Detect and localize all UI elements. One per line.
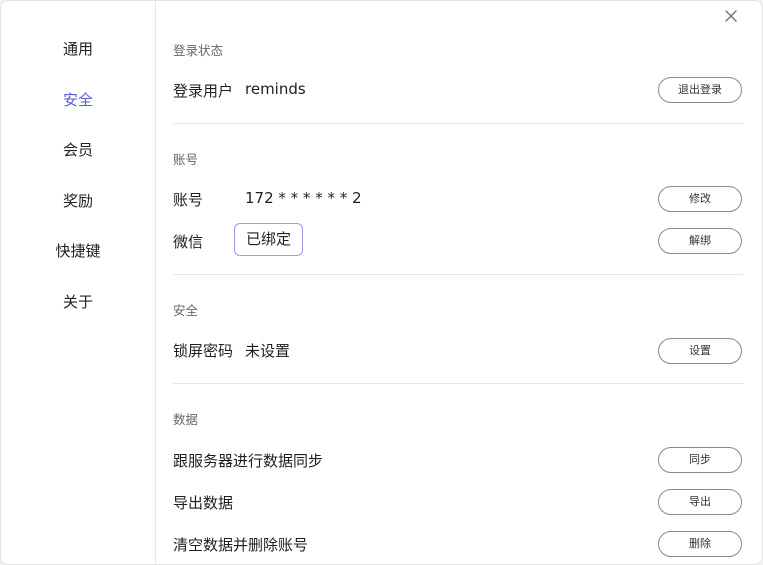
unbind-wechat-button[interactable]: 解绑 xyxy=(658,228,742,254)
wechat-bound-status[interactable]: 已绑定 xyxy=(234,223,304,256)
sidebar-item-general[interactable]: 通用 xyxy=(1,34,155,64)
lock-password-value: 未设置 xyxy=(245,342,291,360)
login-user-value: reminds xyxy=(245,80,306,98)
section-title-account: 账号 xyxy=(173,152,199,167)
settings-content: 登录状态 登录用户 reminds 退出登录 账号 账号 172 * * * *… xyxy=(173,1,743,564)
sidebar-item-rewards[interactable]: 奖励 xyxy=(1,186,155,216)
divider xyxy=(173,274,743,275)
section-title-login: 登录状态 xyxy=(173,43,224,58)
sidebar-item-about[interactable]: 关于 xyxy=(1,287,155,317)
account-label: 账号 xyxy=(173,191,204,209)
sync-button[interactable]: 同步 xyxy=(658,447,742,473)
settings-window: 通用 安全 会员 奖励 快捷键 关于 登录状态 登录用户 reminds 退出登… xyxy=(0,0,763,565)
set-lock-password-button[interactable]: 设置 xyxy=(658,338,742,364)
divider xyxy=(173,123,743,124)
sync-label: 跟服务器进行数据同步 xyxy=(173,452,324,470)
logout-button[interactable]: 退出登录 xyxy=(658,77,742,103)
wechat-label: 微信 xyxy=(173,233,204,251)
clear-data-label: 清空数据并删除账号 xyxy=(173,536,309,554)
sidebar-item-shortcuts[interactable]: 快捷键 xyxy=(1,236,155,266)
section-title-security: 安全 xyxy=(173,303,199,318)
modify-account-button[interactable]: 修改 xyxy=(658,186,742,212)
sidebar-item-membership[interactable]: 会员 xyxy=(1,135,155,165)
section-title-data: 数据 xyxy=(173,412,199,427)
account-value: 172 * * * * * * 2 xyxy=(245,189,362,207)
export-label: 导出数据 xyxy=(173,494,234,512)
login-user-label: 登录用户 xyxy=(173,82,234,100)
lock-password-label: 锁屏密码 xyxy=(173,342,234,360)
export-button[interactable]: 导出 xyxy=(658,489,742,515)
sidebar-item-security[interactable]: 安全 xyxy=(1,85,155,115)
sidebar: 通用 安全 会员 奖励 快捷键 关于 xyxy=(1,1,156,564)
delete-account-button[interactable]: 删除 xyxy=(658,531,742,557)
divider xyxy=(173,383,743,384)
